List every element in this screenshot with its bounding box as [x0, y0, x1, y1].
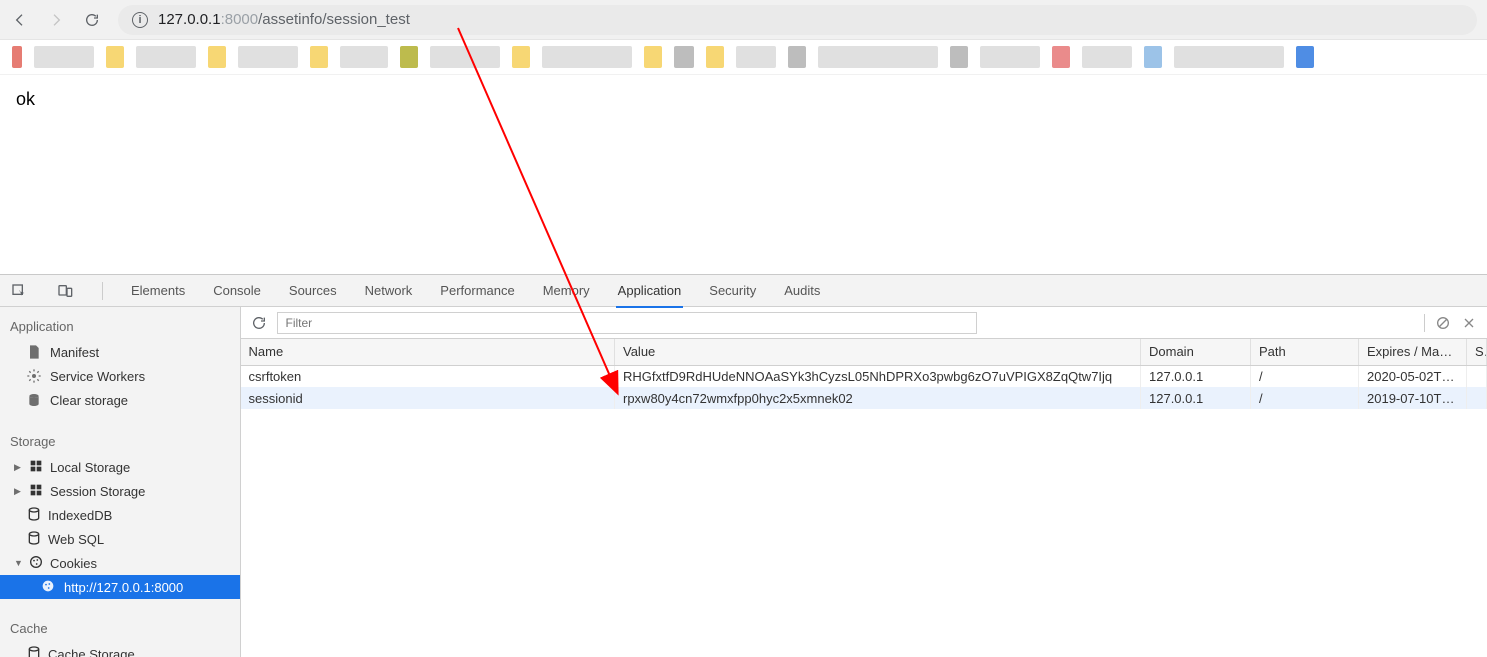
- tab-network[interactable]: Network: [365, 275, 413, 307]
- sidebar-item-label: Service Workers: [50, 369, 145, 384]
- browser-toolbar: i 127.0.0.1 :8000 /assetinfo/session_tes…: [0, 0, 1487, 40]
- section-application: Application: [0, 313, 240, 340]
- url-text: 127.0.0.1 :8000 /assetinfo/session_test: [158, 11, 410, 28]
- cell-expires: 2019-07-10T2...: [1359, 387, 1467, 409]
- col-header-value[interactable]: Value: [615, 339, 1141, 365]
- close-icon: [1461, 315, 1477, 331]
- section-cache: Cache: [0, 615, 240, 642]
- table-header-row: Name Value Domain Path Expires / Max-...…: [241, 339, 1487, 365]
- bookmarks-bar: [0, 40, 1487, 74]
- col-header-name[interactable]: Name: [241, 339, 615, 365]
- cookies-table: Name Value Domain Path Expires / Max-...…: [241, 339, 1487, 409]
- sidebar-item-label: Clear storage: [50, 393, 128, 408]
- clear-all-button[interactable]: [1435, 315, 1451, 331]
- page-body-text: ok: [16, 89, 35, 109]
- section-storage: Storage: [0, 428, 240, 455]
- tab-console[interactable]: Console: [213, 275, 261, 307]
- nav-reload-button[interactable]: [82, 10, 102, 30]
- col-header-expires[interactable]: Expires / Max-...: [1359, 339, 1467, 365]
- sidebar-item-cookie-origin[interactable]: http://127.0.0.1:8000: [0, 575, 240, 599]
- chevron-right-icon: ▶: [14, 462, 22, 473]
- sidebar-item-websql[interactable]: Web SQL: [0, 527, 240, 551]
- tab-application[interactable]: Application: [618, 275, 682, 307]
- nav-forward-button[interactable]: [46, 10, 66, 30]
- filter-input[interactable]: [277, 312, 977, 334]
- no-entry-icon: [1435, 315, 1451, 331]
- tab-elements[interactable]: Elements: [131, 275, 185, 307]
- site-info-icon[interactable]: i: [132, 12, 148, 28]
- tab-memory[interactable]: Memory: [543, 275, 590, 307]
- document-icon: [26, 344, 42, 360]
- refresh-button[interactable]: [251, 315, 267, 331]
- url-bar[interactable]: i 127.0.0.1 :8000 /assetinfo/session_tes…: [118, 5, 1477, 35]
- sidebar-item-label: Local Storage: [50, 460, 130, 475]
- sidebar-item-session-storage[interactable]: ▶ Session Storage: [0, 479, 240, 503]
- arrow-left-icon: [12, 12, 28, 28]
- divider: [102, 282, 103, 300]
- chevron-right-icon: ▶: [14, 486, 22, 497]
- sidebar-item-label: Cache Storage: [48, 647, 135, 657]
- page-content: ok: [0, 74, 1487, 274]
- sidebar-item-indexeddb[interactable]: IndexedDB: [0, 503, 240, 527]
- sidebar-item-label: http://127.0.0.1:8000: [64, 580, 183, 595]
- cell-name: csrftoken: [241, 365, 615, 387]
- cell-value: rpxw80y4cn72wmxfpp0hyc2x5xmnek02: [615, 387, 1141, 409]
- cell-expires: 2020-05-02T0...: [1359, 365, 1467, 387]
- cookies-panel: Name Value Domain Path Expires / Max-...…: [241, 307, 1487, 657]
- sidebar-item-cookies[interactable]: ▼ Cookies: [0, 551, 240, 575]
- url-path: /assetinfo/session_test: [258, 11, 410, 28]
- tab-audits[interactable]: Audits: [784, 275, 820, 307]
- device-toggle-icon[interactable]: [56, 282, 74, 300]
- database-icon: [26, 392, 42, 408]
- sidebar-item-service-workers[interactable]: Service Workers: [0, 364, 240, 388]
- inspect-icon[interactable]: [10, 282, 28, 300]
- cell-size: [1467, 365, 1487, 387]
- sidebar-item-label: IndexedDB: [48, 508, 112, 523]
- sidebar-item-label: Web SQL: [48, 532, 104, 547]
- sidebar-item-label: Cookies: [50, 556, 97, 571]
- cell-path: /: [1251, 387, 1359, 409]
- table-row[interactable]: csrftoken RHGfxtfD9RdHUdeNNOAaSYk3hCyzsL…: [241, 365, 1487, 387]
- divider: [1424, 314, 1425, 332]
- nav-back-button[interactable]: [10, 10, 30, 30]
- cell-domain: 127.0.0.1: [1141, 365, 1251, 387]
- reload-icon: [84, 12, 100, 28]
- chevron-down-icon: ▼: [14, 558, 22, 568]
- cell-path: /: [1251, 365, 1359, 387]
- col-header-size[interactable]: Si: [1467, 339, 1487, 365]
- tab-security[interactable]: Security: [709, 275, 756, 307]
- grid-icon: [28, 482, 44, 501]
- grid-icon: [28, 458, 44, 477]
- url-host: 127.0.0.1: [158, 11, 221, 28]
- database-icon: [26, 645, 42, 657]
- cell-domain: 127.0.0.1: [1141, 387, 1251, 409]
- cell-size: [1467, 387, 1487, 409]
- cookie-icon: [40, 578, 56, 597]
- arrow-right-icon: [48, 12, 64, 28]
- devtools-tabs: Elements Console Sources Network Perform…: [0, 275, 1487, 307]
- database-icon: [26, 506, 42, 525]
- reload-icon: [251, 315, 267, 331]
- tab-sources[interactable]: Sources: [289, 275, 337, 307]
- sidebar-item-label: Manifest: [50, 345, 99, 360]
- cell-name: sessionid: [241, 387, 615, 409]
- tab-performance[interactable]: Performance: [440, 275, 514, 307]
- cookie-icon: [28, 554, 44, 573]
- table-row[interactable]: sessionid rpxw80y4cn72wmxfpp0hyc2x5xmnek…: [241, 387, 1487, 409]
- col-header-path[interactable]: Path: [1251, 339, 1359, 365]
- sidebar-item-manifest[interactable]: Manifest: [0, 340, 240, 364]
- sidebar-item-local-storage[interactable]: ▶ Local Storage: [0, 455, 240, 479]
- col-header-domain[interactable]: Domain: [1141, 339, 1251, 365]
- delete-button[interactable]: [1461, 315, 1477, 331]
- sidebar-item-label: Session Storage: [50, 484, 145, 499]
- url-port: :8000: [221, 11, 259, 28]
- database-icon: [26, 530, 42, 549]
- cell-value: RHGfxtfD9RdHUdeNNOAaSYk3hCyzsL05NhDPRXo3…: [615, 365, 1141, 387]
- filter-row: [241, 307, 1487, 339]
- sidebar-item-clear-storage[interactable]: Clear storage: [0, 388, 240, 412]
- devtools-panel: Elements Console Sources Network Perform…: [0, 274, 1487, 657]
- gear-icon: [26, 368, 42, 384]
- sidebar-item-cache-storage[interactable]: Cache Storage: [0, 642, 240, 657]
- application-sidebar: Application Manifest Service Workers Cle…: [0, 307, 241, 657]
